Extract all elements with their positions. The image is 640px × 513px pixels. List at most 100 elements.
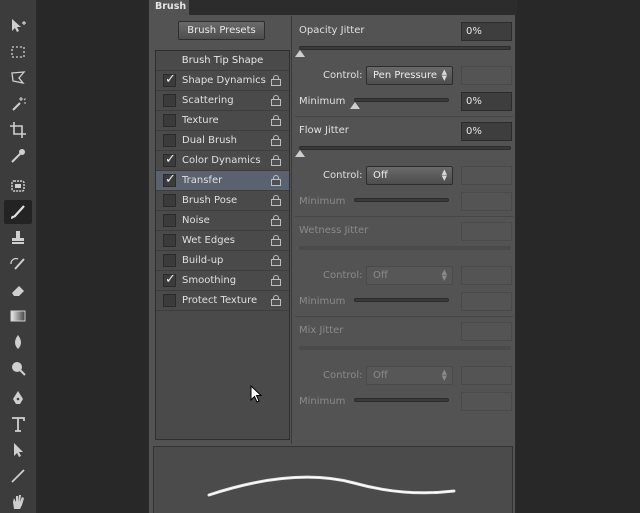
lasso-tool-icon[interactable]: [4, 66, 32, 90]
lock-icon[interactable]: [271, 295, 281, 306]
flow-jitter-thumb[interactable]: [295, 150, 305, 157]
lock-icon[interactable]: [271, 275, 281, 286]
brush-tip-shape-item[interactable]: Brush Tip Shape: [156, 51, 289, 71]
list-item[interactable]: ✓ Smoothing: [156, 271, 289, 291]
list-item[interactable]: Build-up: [156, 251, 289, 271]
lock-icon[interactable]: [271, 175, 281, 186]
opacity-control-select[interactable]: Pen Pressure ▲ ▼: [366, 66, 453, 85]
eraser-tool-icon[interactable]: [4, 278, 32, 302]
gradient-tool-icon[interactable]: [4, 304, 32, 328]
wetness-control-select: Off ▲ ▼: [366, 266, 453, 285]
clone-stamp-tool-icon[interactable]: [4, 226, 32, 250]
list-item[interactable]: Scattering: [156, 91, 289, 111]
marquee-tool-icon[interactable]: [4, 40, 32, 64]
checkbox[interactable]: ✓: [163, 272, 176, 287]
line-tool-icon[interactable]: [4, 464, 32, 488]
list-item[interactable]: Brush Pose: [156, 191, 289, 211]
brush-stroke-preview: [153, 446, 513, 513]
flow-control-select[interactable]: Off ▲ ▼: [366, 166, 453, 185]
lock-icon[interactable]: [271, 95, 281, 106]
eyedropper-tool-icon[interactable]: [4, 144, 32, 168]
wetness-control-field: [461, 266, 512, 285]
lock-icon[interactable]: [271, 255, 281, 266]
flow-jitter-field[interactable]: 0%: [461, 122, 512, 141]
lock-icon[interactable]: [271, 195, 281, 206]
select-arrows-icon: ▲ ▼: [441, 68, 447, 82]
brush-panel: Brush Brush Presets Brush Tip Shape ✓ Sha…: [148, 0, 517, 513]
list-item-label: Scattering: [182, 95, 234, 106]
checkbox[interactable]: ✓: [163, 72, 176, 87]
move-tool-icon[interactable]: [4, 14, 32, 38]
opacity-jitter-label: Opacity Jitter: [299, 25, 365, 36]
opacity-control-value: Pen Pressure: [373, 70, 438, 81]
list-item[interactable]: Protect Texture: [156, 291, 289, 311]
wetness-control-label: Control:: [323, 270, 363, 281]
select-arrows-icon: ▲ ▼: [441, 168, 447, 182]
checkbox[interactable]: [163, 134, 176, 147]
checkbox[interactable]: [163, 214, 176, 227]
checkbox[interactable]: [163, 294, 176, 307]
checkbox[interactable]: ✓: [163, 152, 176, 167]
list-item[interactable]: Wet Edges: [156, 231, 289, 251]
brush-presets-button[interactable]: Brush Presets: [178, 21, 265, 40]
mix-control-select: Off ▲ ▼: [366, 366, 453, 385]
list-item[interactable]: Texture: [156, 111, 289, 131]
list-item[interactable]: ✓ Shape Dynamics: [156, 71, 289, 91]
lock-icon[interactable]: [271, 215, 281, 226]
history-brush-tool-icon[interactable]: [4, 252, 32, 276]
lock-icon[interactable]: [271, 115, 281, 126]
checkbox[interactable]: ✓: [163, 172, 176, 187]
brush-stroke-icon: [207, 475, 456, 497]
list-item[interactable]: Dual Brush: [156, 131, 289, 151]
checkbox[interactable]: [163, 234, 176, 247]
checkbox[interactable]: [163, 94, 176, 107]
tab-brush[interactable]: Brush: [149, 0, 189, 15]
checkmark-icon: ✓: [165, 272, 176, 287]
dodge-tool-icon[interactable]: [4, 356, 32, 380]
checkbox[interactable]: [163, 194, 176, 207]
column-separator: [291, 16, 292, 444]
opacity-minimum-field[interactable]: 0%: [461, 92, 512, 111]
list-item-label: Brush Pose: [182, 195, 238, 206]
lock-icon[interactable]: [271, 135, 281, 146]
checkmark-icon: ✓: [165, 172, 176, 187]
wetness-minimum-slider: [354, 298, 449, 302]
healing-tool-icon[interactable]: [4, 174, 32, 198]
magic-wand-tool-icon[interactable]: [4, 92, 32, 116]
list-item-label: Smoothing: [182, 275, 237, 286]
lock-icon[interactable]: [271, 75, 281, 86]
opacity-jitter-field[interactable]: 0%: [461, 22, 512, 41]
flow-jitter-slider[interactable]: [295, 146, 511, 157]
mix-jitter-field: [461, 322, 512, 341]
checkbox[interactable]: [163, 254, 176, 267]
opacity-minimum-label: Minimum: [299, 96, 346, 107]
mix-minimum-label: Minimum: [299, 396, 346, 407]
blur-tool-icon[interactable]: [4, 330, 32, 354]
list-item-label: Noise: [182, 215, 210, 226]
mix-jitter-slider: [299, 346, 511, 350]
pen-tool-icon[interactable]: [4, 386, 32, 410]
opacity-minimum-slider[interactable]: [350, 98, 449, 109]
lock-icon[interactable]: [271, 235, 281, 246]
opacity-control-field: [461, 66, 512, 85]
list-item-label: Build-up: [182, 255, 224, 266]
brush-tool-icon[interactable]: [4, 200, 32, 224]
mix-jitter-label: Mix Jitter: [299, 325, 344, 336]
crop-tool-icon[interactable]: [4, 118, 32, 142]
list-item[interactable]: ✓ Color Dynamics: [156, 151, 289, 171]
list-item-label: Wet Edges: [182, 235, 235, 246]
opacity-jitter-slider[interactable]: [295, 46, 511, 57]
type-tool-icon[interactable]: [4, 412, 32, 436]
checkbox[interactable]: [163, 114, 176, 127]
opacity-minimum-thumb[interactable]: [350, 102, 360, 109]
wetness-minimum-field: [461, 292, 512, 311]
flow-minimum-slider: [354, 198, 449, 202]
workspace-gap: [37, 0, 148, 513]
list-item[interactable]: ✓ Transfer: [156, 171, 289, 191]
path-selection-tool-icon[interactable]: [4, 438, 32, 462]
opacity-jitter-thumb[interactable]: [295, 50, 305, 57]
list-item[interactable]: Noise: [156, 211, 289, 231]
hand-tool-icon[interactable]: [4, 490, 32, 513]
section-divider: [295, 316, 513, 317]
lock-icon[interactable]: [271, 155, 281, 166]
